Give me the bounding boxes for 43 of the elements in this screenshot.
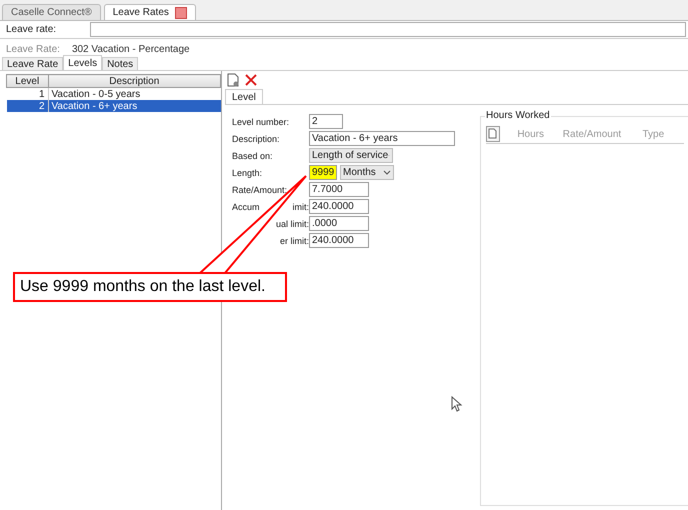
mouse-pointer-icon bbox=[451, 396, 463, 412]
field-label: er limit: bbox=[280, 236, 309, 246]
input-field[interactable]: 240.0000 bbox=[309, 199, 369, 214]
field-label: Leave rate: bbox=[6, 24, 58, 35]
tab[interactable]: Levels bbox=[63, 55, 102, 70]
column-header[interactable]: Level bbox=[6, 74, 48, 88]
column-header: Rate/Amount bbox=[562, 128, 622, 140]
leave-rate-value: 302 Vacation - Percentage bbox=[72, 44, 190, 55]
tab[interactable]: Notes bbox=[102, 57, 138, 70]
field-label: Description: bbox=[232, 134, 280, 144]
table-cell: Vacation - 0-5 years bbox=[48, 88, 220, 100]
tab[interactable]: Leave Rate bbox=[2, 57, 64, 70]
dropdown[interactable]: Months bbox=[340, 165, 394, 180]
callout-text: Use 9999 months on the last level. bbox=[20, 278, 266, 296]
field-label: imit: bbox=[292, 202, 309, 212]
delete-icon[interactable] bbox=[245, 74, 257, 86]
table-cell: 2 bbox=[6, 100, 48, 112]
field-label: Rate/Amount: bbox=[232, 184, 288, 194]
field-label: Leave Rate: bbox=[6, 44, 60, 55]
column-header[interactable]: Description bbox=[48, 74, 220, 88]
input-field[interactable]: 9999 bbox=[309, 165, 337, 180]
tab[interactable]: Level bbox=[225, 89, 263, 104]
group-title: Hours Worked bbox=[485, 110, 551, 121]
input-field[interactable]: .0000 bbox=[309, 216, 369, 231]
field-label: Accum bbox=[232, 202, 260, 212]
tab[interactable]: Caselle Connect® bbox=[2, 4, 101, 20]
field-label: Length: bbox=[232, 168, 262, 178]
close-icon[interactable] bbox=[174, 6, 187, 18]
input-field[interactable]: 7.7000 bbox=[309, 182, 369, 197]
tab[interactable]: Leave Rates bbox=[104, 4, 196, 20]
new-document-icon[interactable] bbox=[227, 73, 239, 87]
table-cell: Vacation - 6+ years bbox=[48, 100, 220, 112]
column-header: Hours bbox=[516, 128, 545, 140]
input-field[interactable]: 2 bbox=[309, 114, 343, 129]
column-header: Type bbox=[641, 128, 666, 140]
field-label: Level number: bbox=[232, 116, 290, 126]
leave-rate-field[interactable] bbox=[90, 22, 686, 37]
input-field[interactable]: Vacation - 6+ years bbox=[309, 131, 455, 146]
field-label: Based on: bbox=[232, 150, 273, 160]
field-label: ual limit: bbox=[276, 218, 309, 228]
dropdown[interactable]: Length of service bbox=[309, 148, 393, 163]
new-document-icon[interactable] bbox=[486, 126, 500, 142]
input-field[interactable]: 240.0000 bbox=[309, 233, 369, 248]
